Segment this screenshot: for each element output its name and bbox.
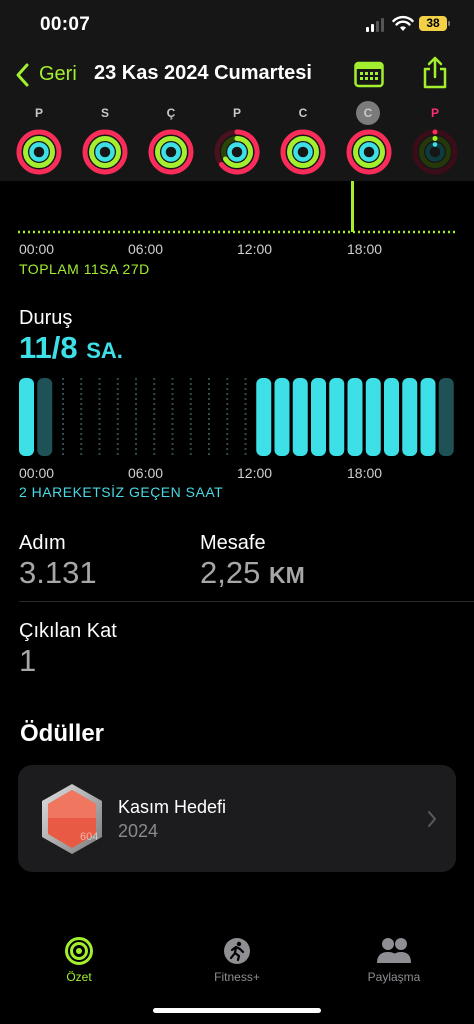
stand-value: 11/8 SA.: [19, 330, 123, 366]
distance-value: 2,25 KM: [200, 555, 305, 591]
awards-title: Ödüller: [20, 720, 105, 747]
axis-label: 18:00: [347, 241, 383, 257]
back-button[interactable]: Geri: [39, 63, 77, 86]
activity-rings-icon[interactable]: [345, 128, 393, 176]
day-label[interactable]: C: [280, 106, 326, 120]
chevron-left-icon[interactable]: [14, 62, 32, 88]
stand-bar-inactive: [438, 378, 454, 456]
stand-bar: [292, 378, 308, 456]
steps-label: Adım: [19, 532, 66, 554]
battery-indicator: 38: [419, 16, 447, 31]
stand-unit: SA.: [86, 338, 123, 363]
stand-bar: [365, 378, 381, 456]
tab-sharing[interactable]: Paylaşma: [334, 970, 454, 984]
fitness-plus-icon[interactable]: [222, 936, 252, 966]
stand-bar: [402, 378, 418, 456]
stand-bar: [19, 378, 34, 456]
day-label[interactable]: P: [214, 106, 260, 120]
day-label[interactable]: P: [16, 106, 62, 120]
day-label[interactable]: Ç: [148, 106, 194, 120]
chevron-right-icon: [428, 811, 436, 827]
summary-rings-icon[interactable]: [64, 936, 94, 966]
activity-rings-icon[interactable]: [147, 128, 195, 176]
stand-bar: [384, 378, 399, 456]
activity-rings-icon[interactable]: [279, 128, 327, 176]
activity-rings-icon[interactable]: [81, 128, 129, 176]
inactive-hours-caption: 2 HAREKETSİZ GEÇEN SAAT: [19, 484, 224, 500]
axis-label: 00:00: [19, 241, 55, 257]
tab-summary[interactable]: Özet: [19, 970, 139, 984]
divider: [19, 601, 474, 602]
stand-bar: [347, 378, 363, 456]
page-title: 23 Kas 2024 Cumartesi: [94, 62, 312, 84]
tab-bar: [0, 910, 474, 1024]
distance-number: 2,25: [200, 555, 261, 590]
award-year: 2024: [118, 821, 159, 841]
stand-chart: [19, 378, 454, 456]
status-time: 00:07: [40, 14, 91, 35]
stand-hours: 11/8: [19, 330, 78, 365]
tab-fitness-plus[interactable]: Fitness+: [177, 970, 297, 984]
award-badge-icon: 604: [42, 784, 102, 854]
stand-bar: [420, 378, 436, 456]
floors-value: 1: [19, 643, 37, 678]
home-indicator: [153, 1008, 321, 1013]
day-label[interactable]: S: [82, 106, 128, 120]
steps-value: 3.131: [19, 555, 97, 590]
badge-number: 604: [80, 831, 98, 843]
axis-label: 12:00: [237, 241, 273, 257]
axis-label: 06:00: [128, 241, 164, 257]
day-label[interactable]: C: [345, 106, 391, 120]
calendar-icon[interactable]: [354, 60, 384, 88]
activity-rings-icon[interactable]: [411, 128, 459, 176]
activity-rings-icon[interactable]: [15, 128, 63, 176]
axis-label: 06:00: [128, 465, 164, 481]
cellular-signal-icon: [366, 18, 384, 32]
distance-label: Mesafe: [200, 532, 266, 554]
stand-title: Duruş: [19, 307, 73, 329]
exercise-total-caption: TOPLAM 11SA 27D: [19, 261, 150, 277]
distance-unit: KM: [268, 562, 305, 588]
activity-rings-icon[interactable]: [213, 128, 261, 176]
battery-tip: [448, 21, 450, 26]
stand-bar: [256, 378, 272, 456]
wifi-icon: [392, 15, 414, 31]
stand-bar: [329, 378, 345, 456]
sharing-icon[interactable]: [376, 936, 412, 964]
stand-bar: [274, 378, 290, 456]
exercise-chart: [18, 181, 456, 234]
axis-label: 00:00: [19, 465, 55, 481]
floors-label: Çıkılan Kat: [19, 620, 117, 642]
share-icon[interactable]: [422, 56, 448, 90]
chart-bar: [351, 181, 354, 232]
stand-bar-inactive: [37, 378, 53, 456]
axis-label: 18:00: [347, 465, 383, 481]
axis-label: 12:00: [237, 465, 273, 481]
award-name: Kasım Hedefi: [118, 797, 227, 817]
stand-bar: [311, 378, 326, 456]
day-label[interactable]: P: [412, 106, 458, 120]
